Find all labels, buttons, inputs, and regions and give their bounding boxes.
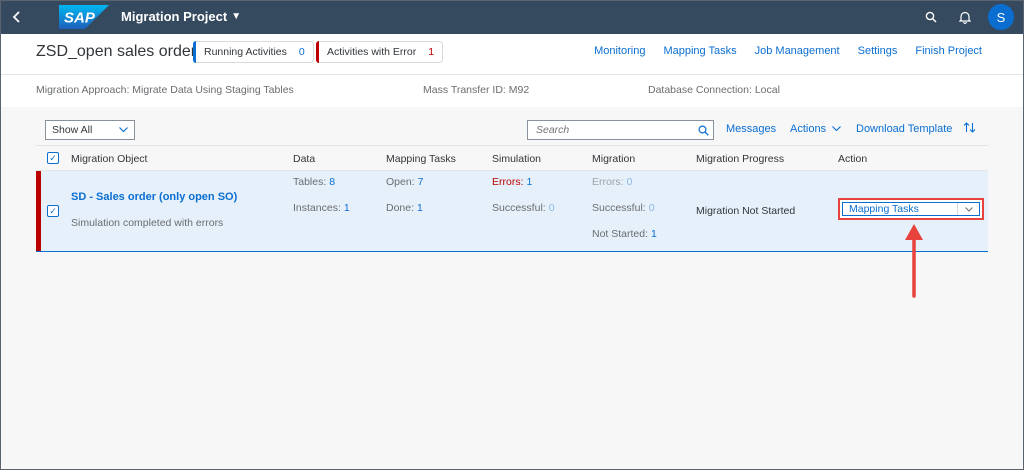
- search-icon[interactable]: [693, 121, 713, 139]
- sort-icon[interactable]: [963, 121, 976, 137]
- search-field[interactable]: [527, 120, 714, 140]
- annotation-arrow-icon: [905, 224, 923, 298]
- filter-select[interactable]: Show All: [45, 120, 135, 140]
- sim-success-value: 0: [548, 202, 555, 214]
- nav-job-management[interactable]: Job Management: [755, 45, 840, 57]
- sim-errors-label: Errors:: [492, 176, 524, 188]
- column-action[interactable]: Action: [838, 153, 867, 165]
- search-input[interactable]: [528, 121, 693, 139]
- open-label: Open:: [386, 176, 415, 188]
- header-divider: [0, 74, 1024, 75]
- column-migration-object[interactable]: Migration Object: [71, 153, 147, 165]
- bell-icon[interactable]: [948, 0, 982, 34]
- migration-object-link[interactable]: SD - Sales order (only open SO): [71, 191, 237, 203]
- done-value[interactable]: 1: [417, 202, 423, 214]
- chevron-down-icon: [832, 126, 842, 132]
- simulation-successful: Successful: 0: [492, 202, 555, 214]
- mig-success-value: 0: [648, 202, 655, 214]
- chevron-down-icon: [119, 127, 128, 133]
- search-icon[interactable]: [914, 0, 948, 34]
- activities-with-error-count: 1: [428, 46, 435, 58]
- data-instances: Instances: 1: [293, 202, 350, 214]
- migration-approach: Migration Approach: Migrate Data Using S…: [36, 84, 294, 96]
- nav-monitoring[interactable]: Monitoring: [594, 45, 645, 57]
- tables-value[interactable]: 8: [329, 176, 335, 188]
- activities-with-error-badge[interactable]: Activities with Error 1: [316, 41, 444, 63]
- running-activities-badge[interactable]: Running Activities 0: [193, 41, 314, 63]
- nav-finish-project[interactable]: Finish Project: [915, 45, 982, 57]
- actions-label: Actions: [790, 123, 827, 135]
- actions-menu-button[interactable]: Actions: [790, 123, 842, 135]
- migration-not-started: Not Started: 1: [592, 228, 657, 240]
- done-label: Done:: [386, 202, 415, 214]
- sap-logo[interactable]: SAP: [59, 5, 109, 29]
- tables-label: Tables:: [293, 176, 327, 188]
- simulation-errors: Errors: 1: [492, 176, 532, 188]
- migration-successful: Successful: 0: [592, 202, 655, 214]
- column-mapping-tasks[interactable]: Mapping Tasks: [386, 153, 456, 165]
- migration-objects-panel: Show All Messages Actions Download Templ…: [36, 117, 988, 252]
- download-template-button[interactable]: Download Template: [856, 123, 952, 135]
- shell-bar: SAP Migration Project ▼ S: [0, 0, 1024, 34]
- migration-progress: Migration Not Started: [696, 205, 796, 217]
- avatar[interactable]: S: [988, 4, 1014, 30]
- error-highlight: [36, 171, 41, 251]
- mig-success-label: Successful:: [592, 202, 646, 214]
- open-value[interactable]: 7: [418, 176, 424, 188]
- table-toolbar: Show All Messages Actions Download Templ…: [36, 117, 988, 145]
- instances-value[interactable]: 1: [344, 202, 350, 214]
- activities-with-error-label: Activities with Error: [327, 46, 417, 58]
- annotation-highlight-box: Mapping Tasks: [838, 198, 984, 220]
- data-tables: Tables: 8: [293, 176, 335, 188]
- mig-errors-label: Errors:: [592, 176, 624, 188]
- caret-down-icon: ▼: [231, 11, 242, 22]
- chevron-down-icon[interactable]: [957, 203, 979, 215]
- mapping-done: Done: 1: [386, 202, 423, 214]
- checkbox-checked-icon: ✓: [49, 152, 57, 163]
- messages-button[interactable]: Messages: [726, 123, 776, 135]
- column-migration-progress[interactable]: Migration Progress: [696, 153, 784, 165]
- checkbox-checked-icon: ✓: [49, 205, 57, 216]
- sim-errors-value[interactable]: 1: [527, 176, 533, 188]
- mig-errors-value: 0: [626, 176, 633, 188]
- column-simulation[interactable]: Simulation: [492, 153, 541, 165]
- nav-mapping-tasks[interactable]: Mapping Tasks: [663, 45, 736, 57]
- instances-label: Instances:: [293, 202, 341, 214]
- header-nav: Monitoring Mapping Tasks Job Management …: [594, 45, 982, 57]
- sap-logo-text: SAP: [64, 10, 96, 27]
- migration-object-status: Simulation completed with errors: [71, 217, 224, 229]
- page-title: ZSD_open sales order: [36, 43, 197, 60]
- mass-transfer-id: Mass Transfer ID: M92: [423, 84, 530, 96]
- running-activities-count: 0: [298, 46, 305, 58]
- mig-notstarted-value[interactable]: 1: [651, 228, 657, 240]
- action-select-value: Mapping Tasks: [849, 203, 919, 215]
- migration-errors: Errors: 0: [592, 176, 632, 188]
- object-header: ZSD_open sales order Running Activities …: [0, 34, 1024, 107]
- app-title-menu[interactable]: Migration Project ▼: [121, 9, 241, 24]
- app-title: Migration Project: [121, 9, 228, 24]
- table-row[interactable]: ✓ SD - Sales order (only open SO) Simula…: [36, 171, 988, 252]
- nav-settings[interactable]: Settings: [858, 45, 898, 57]
- table-header: ✓ Migration Object Data Mapping Tasks Si…: [36, 145, 988, 171]
- sim-success-label: Successful:: [492, 202, 546, 214]
- action-select[interactable]: Mapping Tasks: [842, 202, 980, 216]
- mig-notstarted-label: Not Started:: [592, 228, 649, 240]
- select-all-checkbox[interactable]: ✓: [47, 152, 59, 164]
- row-checkbox[interactable]: ✓: [47, 205, 59, 217]
- back-icon[interactable]: [0, 0, 34, 34]
- mapping-open: Open: 7: [386, 176, 423, 188]
- column-migration[interactable]: Migration: [592, 153, 635, 165]
- shell-actions: S: [914, 0, 1024, 34]
- filter-select-value: Show All: [52, 124, 93, 136]
- column-data[interactable]: Data: [293, 153, 315, 165]
- running-activities-label: Running Activities: [204, 46, 287, 58]
- database-connection: Database Connection: Local: [648, 84, 780, 96]
